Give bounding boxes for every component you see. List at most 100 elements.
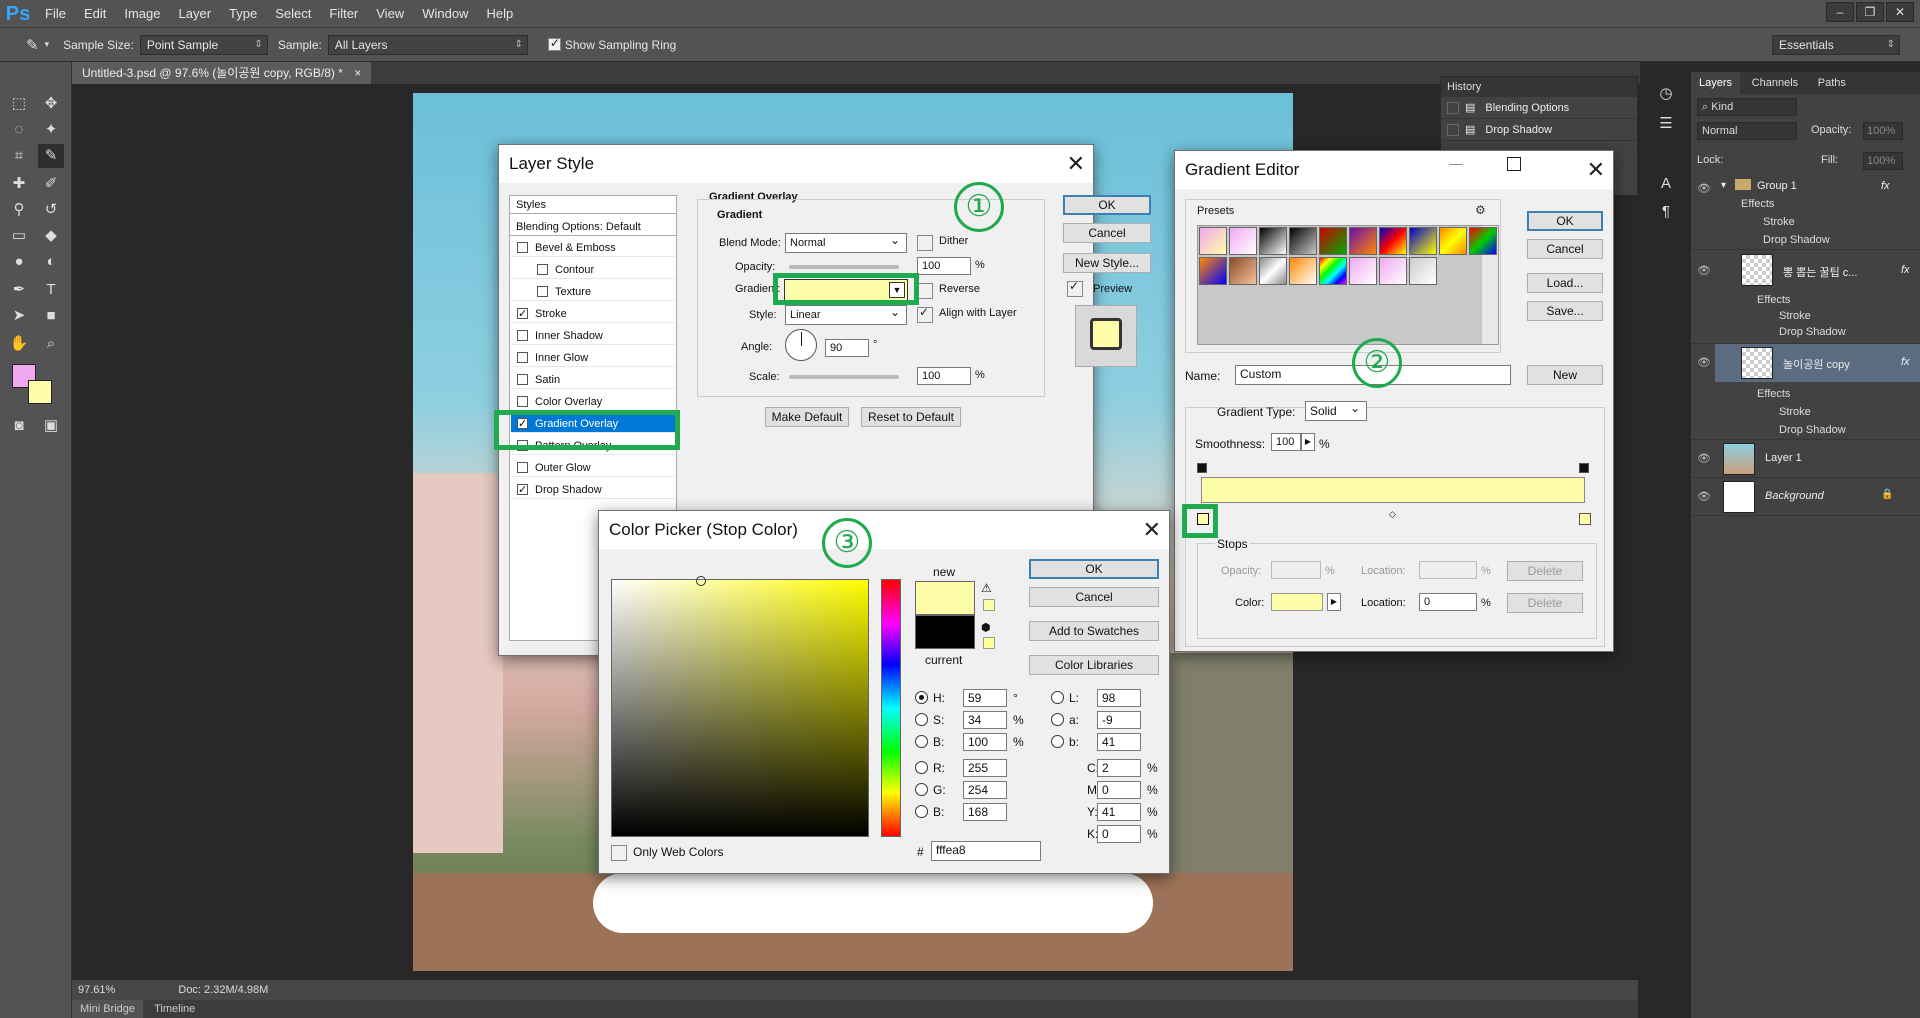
gradient-preset[interactable]	[1199, 257, 1227, 285]
layer-name[interactable]: 놀이공원 copy	[1783, 356, 1850, 372]
visibility-eye-icon[interactable]: 👁	[1697, 452, 1711, 465]
load-button[interactable]: Load...	[1527, 273, 1603, 293]
menu-select[interactable]: Select	[266, 0, 320, 28]
style-item-checkbox[interactable]	[517, 374, 528, 385]
radio-h[interactable]	[915, 691, 928, 704]
ok-button[interactable]: OK	[1527, 211, 1603, 231]
style-item[interactable]: Satin	[511, 371, 675, 389]
visibility-eye-icon[interactable]: 👁	[1697, 356, 1711, 369]
opacity-slider[interactable]	[789, 265, 899, 269]
hex-field[interactable]: fffea8	[931, 841, 1041, 861]
menu-edit[interactable]: Edit	[75, 0, 115, 28]
web-safe-color-swatch[interactable]	[983, 637, 995, 649]
marquee-tool-icon[interactable]: ⬚	[6, 92, 32, 116]
smoothness-arrow-icon[interactable]: ▶	[1301, 433, 1315, 451]
opacity-field[interactable]: 100	[917, 257, 971, 275]
scale-field[interactable]: 100	[917, 367, 971, 385]
opacity-field[interactable]: 100%	[1863, 122, 1903, 140]
hand-tool-icon[interactable]: ✋	[6, 332, 32, 356]
style-item[interactable]: Bevel & Emboss	[511, 239, 675, 257]
effect-drop-shadow[interactable]: Drop Shadow	[1763, 234, 1830, 246]
menu-file[interactable]: File	[36, 0, 75, 28]
tab-channels[interactable]: Channels	[1744, 72, 1806, 94]
gradient-preset[interactable]	[1289, 257, 1317, 285]
tool-preset-chevron-icon[interactable]: ▾	[45, 39, 50, 50]
gradient-preset[interactable]	[1289, 227, 1317, 255]
cancel-button[interactable]: Cancel	[1063, 223, 1151, 243]
field-bb[interactable]: 168	[963, 803, 1007, 821]
document-tab[interactable]: Untitled-3.psd @ 97.6% (놀이공원 copy, RGB/8…	[72, 62, 372, 84]
effect-stroke[interactable]: Stroke	[1779, 310, 1811, 322]
gradient-preset[interactable]	[1319, 257, 1347, 285]
field-c[interactable]: 2	[1097, 759, 1141, 777]
radio-r[interactable]	[915, 761, 928, 774]
delete-color-stop-button[interactable]: Delete	[1507, 593, 1583, 613]
history-brush-icon[interactable]: ↺	[38, 198, 64, 222]
gradient-preset[interactable]	[1229, 257, 1257, 285]
healing-brush-icon[interactable]: ✚	[6, 172, 32, 196]
zoom-tool-icon[interactable]: ⌕	[38, 332, 64, 356]
path-select-icon[interactable]: ➤	[6, 304, 32, 328]
fx-icon[interactable]: fx	[1901, 264, 1910, 276]
brush-tool-icon[interactable]: ✐	[38, 172, 64, 196]
layer-name[interactable]: Layer 1	[1765, 452, 1802, 464]
field-a[interactable]: -9	[1097, 711, 1141, 729]
angle-dial[interactable]	[785, 329, 817, 361]
presets-gear-icon[interactable]: ⚙	[1475, 203, 1486, 217]
stop-location-field[interactable]: 0	[1419, 593, 1477, 611]
close-icon[interactable]: ✕	[1143, 511, 1161, 549]
sample-size-select[interactable]: Point Sample	[139, 34, 268, 55]
save-button[interactable]: Save...	[1527, 301, 1603, 321]
field-r[interactable]: 255	[963, 759, 1007, 777]
make-default-button[interactable]: Make Default	[765, 407, 849, 427]
gradient-preset[interactable]	[1199, 227, 1227, 255]
style-item[interactable]: Stroke	[511, 305, 675, 323]
only-web-colors-checkbox[interactable]	[611, 845, 627, 861]
sample-select[interactable]: All Layers	[327, 34, 528, 55]
style-item-checkbox[interactable]	[517, 481, 528, 499]
gradient-preset[interactable]	[1229, 227, 1257, 255]
kind-filter[interactable]: ⌕ Kind	[1697, 98, 1797, 116]
paint-bucket-icon[interactable]: ◆	[38, 224, 64, 248]
visibility-eye-icon[interactable]: 👁	[1697, 264, 1711, 277]
tab-layers[interactable]: Layers	[1691, 72, 1741, 94]
stop-color-menu-icon[interactable]: ▶	[1327, 593, 1341, 611]
sampling-ring-checkbox[interactable]	[547, 36, 561, 51]
quick-mask-icon[interactable]: ◙	[6, 414, 32, 438]
lasso-tool-icon[interactable]: ◌	[6, 118, 32, 142]
angle-field[interactable]: 90	[825, 339, 869, 357]
menu-type[interactable]: Type	[220, 0, 266, 28]
properties-panel-icon[interactable]: ☰	[1653, 112, 1679, 136]
radio-s[interactable]	[915, 713, 928, 726]
radio-a[interactable]	[1051, 713, 1064, 726]
dodge-tool-icon[interactable]: ◐	[38, 250, 64, 274]
tab-timeline[interactable]: Timeline	[146, 1000, 203, 1018]
history-panel-icon[interactable]: ◷	[1653, 82, 1679, 106]
gradient-preset[interactable]	[1349, 227, 1377, 255]
align-layer-checkbox[interactable]	[917, 305, 933, 323]
hue-slider[interactable]	[881, 579, 901, 837]
stop-color-swatch[interactable]	[1271, 593, 1323, 611]
fx-icon[interactable]: fx	[1901, 356, 1910, 368]
effect-drop-shadow[interactable]: Drop Shadow	[1779, 424, 1846, 436]
paragraph-panel-icon[interactable]: ¶	[1653, 200, 1679, 224]
workspace-select[interactable]: Essentials	[1772, 34, 1900, 55]
layer-name[interactable]: 뽕 뽑는 꿀팁 c...	[1783, 264, 1857, 280]
ok-button[interactable]: OK	[1029, 559, 1159, 579]
eyedropper-icon[interactable]: ✎	[26, 36, 39, 54]
magic-wand-icon[interactable]: ✦	[38, 118, 64, 142]
styles-header[interactable]: Styles	[510, 196, 676, 214]
reverse-checkbox[interactable]	[917, 283, 933, 299]
layer-row[interactable]: 👁 Background 🔒	[1691, 478, 1920, 516]
eyedropper-tool-icon[interactable]: ✎	[38, 144, 64, 168]
style-item[interactable]: Texture	[511, 283, 675, 301]
blending-options[interactable]: Blending Options: Default	[510, 218, 676, 236]
menu-help[interactable]: Help	[477, 0, 522, 28]
color-field[interactable]	[611, 576, 869, 837]
shape-tool-icon[interactable]: ■	[38, 304, 64, 328]
background-color-swatch[interactable]	[28, 380, 52, 404]
visibility-eye-icon[interactable]: 👁	[1697, 182, 1711, 195]
gradient-preset[interactable]	[1379, 227, 1407, 255]
style-item-checkbox[interactable]	[517, 330, 528, 341]
field-g[interactable]: 254	[963, 781, 1007, 799]
